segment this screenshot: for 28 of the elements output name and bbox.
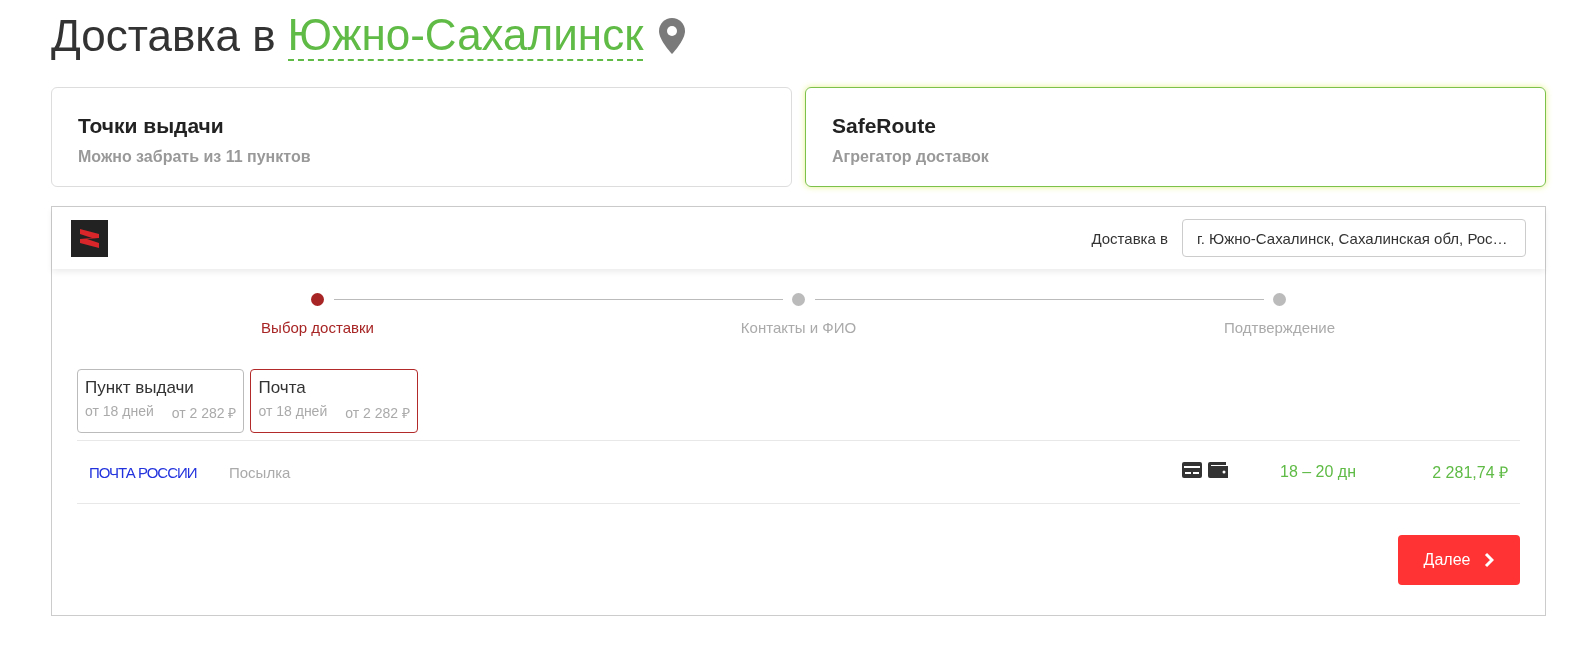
logo-icon: [71, 219, 108, 257]
address-field[interactable]: г. Южно-Сахалинск, Сахалинская обл, Рос…: [1182, 219, 1526, 257]
step-label: Выбор доставки: [261, 319, 374, 336]
card-title: SafeRoute: [832, 114, 937, 138]
tab-title: Почта: [258, 378, 307, 398]
step-label: Подтверждение: [1223, 319, 1335, 336]
tab-days: от 18 дней: [85, 403, 154, 422]
next-button[interactable]: Далее: [1398, 535, 1520, 585]
delivery-method-card[interactable]: SafeRoute Агрегатор доставок: [805, 87, 1546, 187]
delivery-method-card[interactable]: Точки выдачи Можно забрать из 11 пунктов: [51, 87, 792, 187]
delivery-type-tab[interactable]: Пункт выдачи от 18 дней от 2 282 ₽: [77, 369, 245, 433]
location-pin-icon[interactable]: [659, 18, 686, 54]
address-label: Доставка в: [1091, 229, 1168, 247]
chevron-icon: [1484, 552, 1495, 568]
tab-title: Пункт выдачи: [85, 378, 195, 398]
service-name: Посылка: [229, 463, 292, 481]
delivery-type-tab[interactable]: Почта от 18 дней от 2 282 ₽: [250, 369, 418, 433]
delivery-term: 18 – 20 дн: [1279, 463, 1357, 481]
carrier-logo: ПОЧТА РОССИИ: [89, 463, 198, 481]
step-label: Контакты и ФИО: [740, 319, 857, 336]
page-title: Доставка в: [51, 11, 276, 61]
card-subtitle: Агрегатор доставок: [832, 148, 990, 166]
tab-price: от 2 282 ₽: [171, 404, 237, 422]
delivery-price: 2 281,74 ₽: [1431, 463, 1508, 483]
card-subtitle: Можно забрать из 11 пунктов: [78, 148, 312, 166]
tab-days: от 18 дней: [258, 403, 328, 422]
card-title: Точки выдачи: [78, 114, 225, 138]
tab-price: от 2 282 ₽: [345, 404, 410, 422]
